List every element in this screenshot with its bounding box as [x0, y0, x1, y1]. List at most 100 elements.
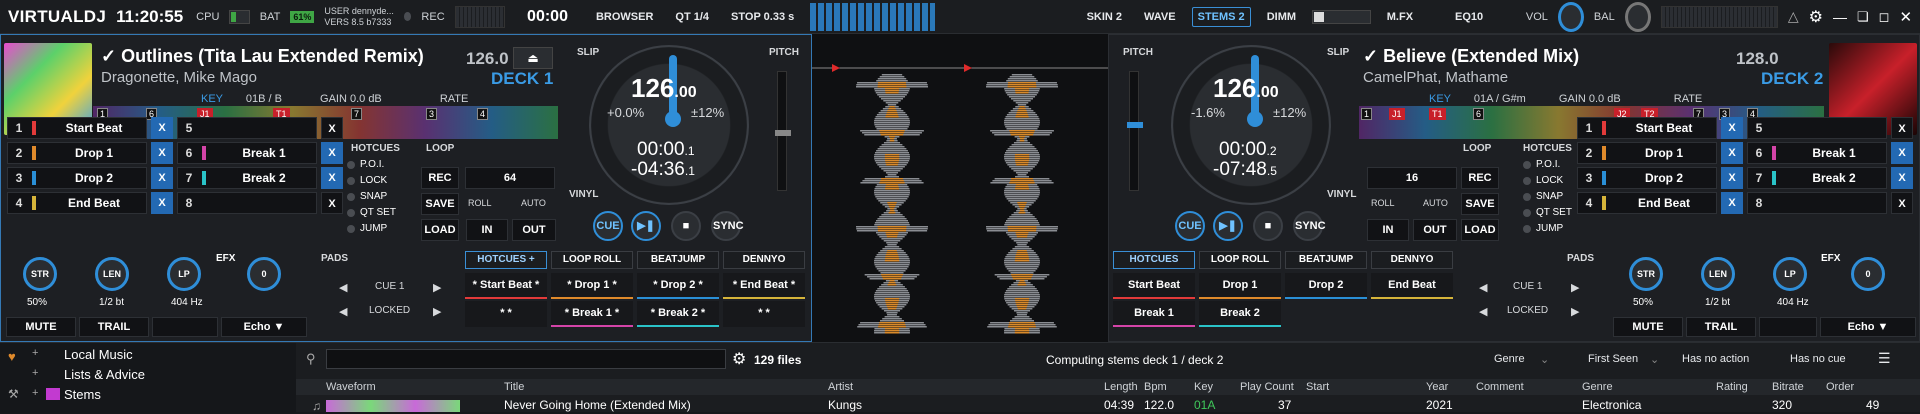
deck1-loop-rec-button[interactable]: REC	[421, 167, 459, 189]
deck2-pad-delete-button[interactable]: X	[1721, 167, 1743, 189]
deck2-fx-knob-str[interactable]: STR	[1629, 257, 1663, 291]
stems-button[interactable]: STEMS 2	[1191, 6, 1251, 27]
search-input[interactable]	[326, 349, 726, 369]
deck2-cue-marker[interactable]: 1	[1361, 108, 1373, 120]
deck1-cue-marker[interactable]: 3	[426, 108, 438, 120]
deck2-fx-empty[interactable]	[1759, 317, 1817, 337]
deck2-hotcue-option[interactable]: QT SET	[1523, 207, 1572, 218]
deck2-tab-1[interactable]: LOOP ROLL	[1199, 251, 1281, 269]
wave-button[interactable]: WAVE	[1138, 7, 1182, 27]
deck2-pad-delete-button[interactable]: X	[1721, 192, 1743, 214]
deck2-vinyl-label[interactable]: VINYL	[1327, 189, 1356, 200]
balance-knob[interactable]	[1624, 1, 1651, 32]
expand-lists-icon[interactable]: +	[32, 367, 38, 379]
deck2-pitch-slider[interactable]	[1127, 71, 1143, 191]
deck2-pad-delete-button[interactable]: X	[1891, 192, 1913, 214]
deck2-pad-delete-button[interactable]: X	[1721, 117, 1743, 139]
deck2-bottom-pad[interactable]: Break 1	[1113, 301, 1195, 327]
deck1-bottom-pad[interactable]: * End Beat *	[723, 273, 805, 299]
column-header[interactable]: Genre	[1582, 381, 1613, 393]
filter-no-cue[interactable]: Has no cue	[1790, 353, 1846, 365]
filter-first-seen-chevron-icon[interactable]: ⌄	[1650, 353, 1659, 366]
deck2-bottom-pad[interactable]: Start Beat	[1113, 273, 1195, 299]
deck2-pad-5[interactable]: 5	[1747, 117, 1887, 139]
deck1-locked-label[interactable]: LOCKED	[369, 305, 410, 316]
deck1-key[interactable]: 01B / B	[246, 93, 282, 105]
deck2-auto-label[interactable]: AUTO	[1423, 198, 1448, 208]
deck2-key[interactable]: 01A / G#m	[1474, 93, 1526, 105]
deck1-pad-delete-button[interactable]: X	[151, 192, 173, 214]
deck2-effect-select[interactable]: Echo ▼	[1820, 317, 1916, 337]
deck1-tab-0[interactable]: HOTCUES +	[465, 251, 547, 269]
deck1-cue-marker[interactable]: 4	[477, 108, 489, 120]
deck2-cue-button[interactable]: CUE	[1175, 211, 1205, 241]
deck1-pad-3[interactable]: 3 Drop 2	[7, 167, 147, 189]
deck1-mute-button[interactable]: MUTE	[6, 317, 76, 337]
column-header[interactable]: Length	[1104, 381, 1138, 393]
column-header[interactable]: Play Count	[1240, 381, 1294, 393]
deck2-cue-marker[interactable]: 6	[1473, 108, 1485, 120]
deck1-effect-select[interactable]: Echo ▼	[221, 317, 307, 337]
deck2-bottom-pad[interactable]: Break 2	[1199, 301, 1281, 327]
gear-icon[interactable]: ⚙	[1809, 7, 1823, 27]
deck1-sync-button[interactable]: SYNC	[711, 211, 744, 241]
browser-button[interactable]: BROWSER	[590, 7, 659, 27]
fullscreen-icon[interactable]: ◻	[1879, 9, 1890, 25]
deck1-pad-delete-button[interactable]: X	[321, 117, 343, 139]
deck1-cue-select[interactable]: CUE 1	[375, 281, 404, 292]
deck1-bottom-pad[interactable]: * Break 1 *	[551, 301, 633, 327]
deck1-tab-2[interactable]: BEATJUMP	[637, 251, 719, 269]
deck1-pitch-slider[interactable]	[775, 71, 791, 191]
deck2-loop-in-button[interactable]: IN	[1367, 219, 1409, 241]
deck2-hotcue-option[interactable]: SNAP	[1523, 191, 1563, 202]
deck2-efx-knob[interactable]: 0	[1851, 257, 1885, 291]
deck2-loop-out-button[interactable]: OUT	[1413, 219, 1457, 241]
deck1-hotcue-option[interactable]: QT SET	[347, 207, 396, 218]
expand-local-icon[interactable]: +	[32, 347, 38, 359]
deck2-play-pause-button[interactable]: ▶❚	[1213, 211, 1243, 241]
dimm-slider[interactable]	[1312, 9, 1371, 24]
deck1-pad-1[interactable]: 1 Start Beat	[7, 117, 147, 139]
column-header[interactable]: Year	[1426, 381, 1448, 393]
deck2-pad-next-icon[interactable]: ▶	[1571, 281, 1579, 294]
deck2-pad-2[interactable]: 2 Drop 1	[1577, 142, 1717, 164]
deck2-pad-1[interactable]: 1 Start Beat	[1577, 117, 1717, 139]
browser-menu-icon[interactable]: ☰	[1878, 350, 1891, 367]
deck2-loop-size[interactable]: 16	[1367, 167, 1457, 189]
minimize-icon[interactable]: —	[1833, 9, 1847, 25]
deck2-pad-delete-button[interactable]: X	[1721, 142, 1743, 164]
deck2-pad-delete-button[interactable]: X	[1891, 117, 1913, 139]
deck2-tab-0[interactable]: HOTCUES	[1113, 251, 1195, 269]
deck2-jog-wheel[interactable]	[1171, 45, 1331, 205]
column-header[interactable]: Order	[1826, 381, 1854, 393]
deck2-trail-button[interactable]: TRAIL	[1686, 317, 1756, 337]
column-header[interactable]: Start	[1306, 381, 1329, 393]
deck2-page-prev-icon[interactable]: ◀	[1479, 305, 1487, 318]
deck1-pad-5[interactable]: 5	[177, 117, 317, 139]
deck1-pad-8[interactable]: 8	[177, 192, 317, 214]
deck1-loop-out-button[interactable]: OUT	[512, 219, 556, 241]
deck2-pad-8[interactable]: 8	[1747, 192, 1887, 214]
deck2-pad-delete-button[interactable]: X	[1891, 142, 1913, 164]
deck1-pad-2[interactable]: 2 Drop 1	[7, 142, 147, 164]
deck1-pad-delete-button[interactable]: X	[151, 117, 173, 139]
stems-waveform-display[interactable]	[812, 34, 1108, 342]
master-volume-knob[interactable]	[1557, 1, 1584, 32]
sidebar-item-local-music[interactable]: Local Music	[64, 347, 133, 362]
quantize-button[interactable]: QT 1/4	[669, 7, 715, 27]
column-header[interactable]: Bitrate	[1772, 381, 1804, 393]
filter-no-action[interactable]: Has no action	[1682, 353, 1749, 365]
deck1-stop-button[interactable]: ■	[671, 211, 701, 241]
deck2-fx-knob-len[interactable]: LEN	[1701, 257, 1735, 291]
deck1-play-pause-button[interactable]: ▶❚	[631, 211, 661, 241]
column-header[interactable]: Key	[1194, 381, 1213, 393]
deck1-loop-save-button[interactable]: SAVE	[421, 193, 459, 215]
deck1-pad-7[interactable]: 7 Break 2	[177, 167, 317, 189]
deck1-eject-button[interactable]: ⏏	[513, 47, 553, 69]
deck2-fx-knob-lp[interactable]: LP	[1773, 257, 1807, 291]
deck1-cue-button[interactable]: CUE	[593, 211, 623, 241]
restore-icon[interactable]: ❏	[1857, 9, 1869, 25]
sidebar-item-lists-advice[interactable]: Lists & Advice	[64, 367, 145, 382]
deck1-tab-3[interactable]: DENNYO	[723, 251, 805, 269]
deck1-loop-load-button[interactable]: LOAD	[421, 219, 459, 241]
